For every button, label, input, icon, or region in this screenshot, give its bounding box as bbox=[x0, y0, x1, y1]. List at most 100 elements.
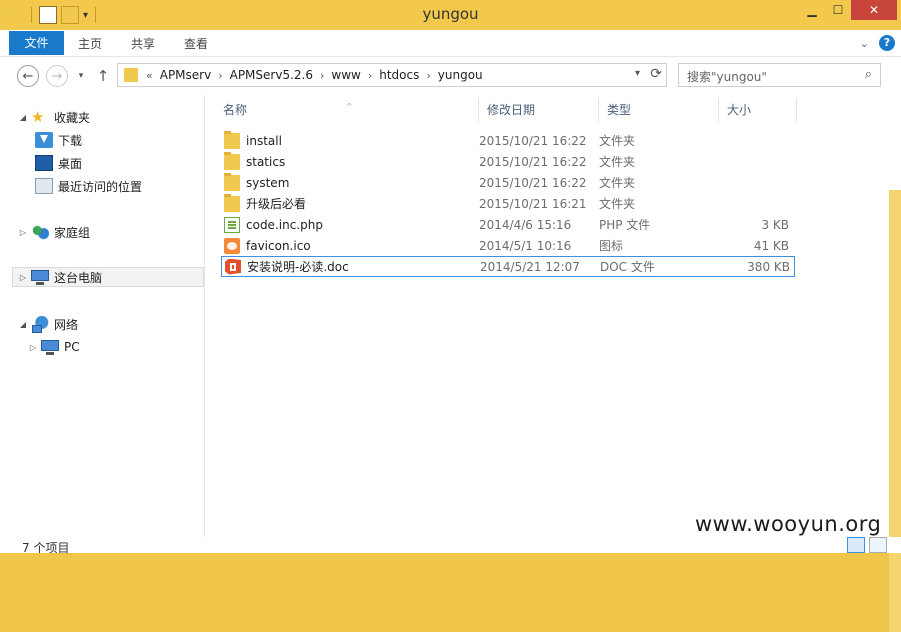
search-placeholder[interactable]: 搜索"yungou" bbox=[687, 68, 767, 85]
refresh-icon[interactable]: ⟳ bbox=[650, 66, 662, 82]
large-icons-view-button[interactable] bbox=[869, 537, 887, 553]
nav-item-favorites[interactable]: ◢ ★ 收藏夹 bbox=[18, 107, 90, 127]
nav-item-pc[interactable]: ▷ PC bbox=[28, 337, 80, 357]
folder-icon bbox=[124, 68, 138, 82]
navigation-pane: ◢ ★ 收藏夹 下载 桌面 最近访问的位置 ▷ 家庭组 ▷ 这台电脑 ◢ 网络 … bbox=[0, 95, 205, 537]
file-name: system bbox=[246, 175, 290, 190]
file-row[interactable]: 升级后必看 2015/10/21 16:21 文件夹 bbox=[221, 193, 795, 214]
nav-item-homegroup[interactable]: ▷ 家庭组 bbox=[18, 222, 90, 242]
file-name: code.inc.php bbox=[246, 217, 323, 232]
item-count: 7 个项目 bbox=[22, 541, 70, 555]
column-header-modified[interactable]: 修改日期 bbox=[479, 98, 599, 122]
window-edge bbox=[889, 190, 901, 632]
file-name-cell[interactable]: code.inc.php bbox=[221, 216, 479, 233]
address-dropdown-icon[interactable]: ▾ bbox=[635, 68, 640, 79]
up-button[interactable]: ↑ bbox=[92, 65, 114, 87]
sort-ascending-icon: ^ bbox=[346, 102, 353, 111]
explorer-window: ▾ yungou ▁ ☐ ✕ 文件 主页 共享 查看 ⌄ ? ← → ▾ ↑ «… bbox=[0, 0, 901, 632]
nav-item-downloads[interactable]: 下载 bbox=[35, 130, 82, 150]
column-header-size[interactable]: 大小 bbox=[719, 98, 797, 122]
file-name: install bbox=[246, 133, 282, 148]
minimize-button[interactable]: ▁ bbox=[799, 0, 825, 20]
homegroup-icon bbox=[31, 224, 49, 240]
expand-arrow-icon[interactable]: ▷ bbox=[18, 228, 28, 237]
nav-label: 下载 bbox=[58, 133, 83, 148]
nav-label: PC bbox=[64, 340, 80, 354]
address-bar[interactable]: « APMserv › APMServ5.2.6 › www › htdocs … bbox=[117, 63, 667, 87]
title-bar: ▾ yungou ▁ ☐ ✕ bbox=[0, 0, 901, 30]
close-button[interactable]: ✕ bbox=[851, 0, 897, 20]
watermark: www.wooyun.org bbox=[695, 512, 882, 536]
file-name: favicon.ico bbox=[246, 238, 311, 253]
expand-ribbon-icon[interactable]: ⌄ bbox=[860, 37, 869, 50]
folder-icon bbox=[224, 151, 240, 170]
file-row[interactable]: code.inc.php 2014/4/6 15:16 PHP 文件 3 KB bbox=[221, 214, 795, 235]
breadcrumb-www[interactable]: www bbox=[331, 68, 360, 82]
search-icon[interactable]: ⌕ bbox=[865, 67, 872, 82]
nav-label: 家庭组 bbox=[54, 225, 91, 240]
tab-share[interactable]: 共享 bbox=[123, 33, 163, 55]
file-name-cell[interactable]: 升级后必看 bbox=[221, 193, 479, 212]
address-prefix[interactable]: « bbox=[146, 69, 153, 82]
folder-icon bbox=[224, 172, 240, 191]
view-toggle bbox=[847, 537, 887, 553]
file-name-cell[interactable]: 安装说明-必读.doc bbox=[222, 258, 480, 275]
nav-item-this-pc[interactable]: ▷ 这台电脑 bbox=[12, 267, 204, 287]
file-modified: 2015/10/21 16:22 bbox=[479, 133, 587, 148]
details-view-button[interactable] bbox=[847, 537, 865, 553]
computer-icon bbox=[41, 339, 59, 355]
file-row[interactable]: install 2015/10/21 16:22 文件夹 bbox=[221, 130, 795, 151]
breadcrumb-separator-icon[interactable]: › bbox=[218, 69, 222, 82]
navigation-bar: ← → ▾ ↑ « APMserv › APMServ5.2.6 › www ›… bbox=[0, 57, 901, 95]
file-modified: 2014/5/1 10:16 bbox=[479, 238, 572, 253]
breadcrumb-apmserv[interactable]: APMserv bbox=[160, 68, 211, 82]
nav-label: 最近访问的位置 bbox=[58, 179, 143, 194]
file-name-cell[interactable]: install bbox=[221, 130, 479, 149]
file-name-cell[interactable]: statics bbox=[221, 151, 479, 170]
file-name-cell[interactable]: system bbox=[221, 172, 479, 191]
file-type: 图标 bbox=[599, 239, 624, 253]
office-doc-icon bbox=[225, 258, 241, 275]
nav-item-network[interactable]: ◢ 网络 bbox=[18, 314, 78, 334]
forward-button[interactable]: → bbox=[46, 65, 68, 87]
file-row[interactable]: 安装说明-必读.doc 2014/5/21 12:07 DOC 文件 380 KB bbox=[221, 256, 795, 277]
breadcrumb-apmserv526[interactable]: APMServ5.2.6 bbox=[230, 68, 313, 82]
column-header-name[interactable]: ^ 名称 bbox=[215, 98, 479, 122]
downloads-icon bbox=[35, 132, 53, 148]
column-header-type[interactable]: 类型 bbox=[599, 98, 719, 122]
breadcrumb-htdocs[interactable]: htdocs bbox=[379, 68, 419, 82]
expand-arrow-icon[interactable]: ▷ bbox=[28, 343, 38, 352]
nav-item-recent[interactable]: 最近访问的位置 bbox=[35, 176, 142, 196]
tab-view[interactable]: 查看 bbox=[176, 33, 216, 55]
back-button[interactable]: ← bbox=[17, 65, 39, 87]
file-name: 安装说明-必读.doc bbox=[247, 260, 349, 274]
nav-item-desktop[interactable]: 桌面 bbox=[35, 153, 82, 173]
file-modified: 2014/5/21 12:07 bbox=[480, 259, 580, 274]
desktop-icon bbox=[35, 155, 53, 171]
recent-places-icon bbox=[35, 178, 53, 194]
collapse-arrow-icon[interactable]: ◢ bbox=[18, 320, 28, 329]
file-type: 文件夹 bbox=[599, 155, 636, 169]
file-row[interactable]: system 2015/10/21 16:22 文件夹 bbox=[221, 172, 795, 193]
help-icon[interactable]: ? bbox=[879, 35, 895, 51]
status-bar: 7 个项目 bbox=[0, 537, 901, 555]
maximize-button[interactable]: ☐ bbox=[825, 0, 851, 20]
file-row[interactable]: favicon.ico 2014/5/1 10:16 图标 41 KB bbox=[221, 235, 795, 256]
folder-icon bbox=[224, 193, 240, 212]
recent-locations-icon[interactable]: ▾ bbox=[70, 65, 92, 87]
collapse-arrow-icon[interactable]: ◢ bbox=[18, 113, 28, 122]
tab-home[interactable]: 主页 bbox=[70, 33, 110, 55]
breadcrumb-yungou[interactable]: yungou bbox=[438, 68, 483, 82]
search-box[interactable]: 搜索"yungou" ⌕ bbox=[678, 63, 881, 87]
folder-icon bbox=[224, 130, 240, 149]
breadcrumb-separator-icon[interactable]: › bbox=[368, 69, 372, 82]
expand-arrow-icon[interactable]: ▷ bbox=[18, 273, 28, 282]
breadcrumb-separator-icon[interactable]: › bbox=[320, 69, 324, 82]
breadcrumb-separator-icon[interactable]: › bbox=[426, 69, 430, 82]
file-modified: 2015/10/21 16:22 bbox=[479, 175, 587, 190]
file-row[interactable]: statics 2015/10/21 16:22 文件夹 bbox=[221, 151, 795, 172]
tab-file[interactable]: 文件 bbox=[9, 31, 64, 55]
file-modified: 2015/10/21 16:22 bbox=[479, 154, 587, 169]
file-modified: 2014/4/6 15:16 bbox=[479, 217, 572, 232]
file-name-cell[interactable]: favicon.ico bbox=[221, 237, 479, 254]
